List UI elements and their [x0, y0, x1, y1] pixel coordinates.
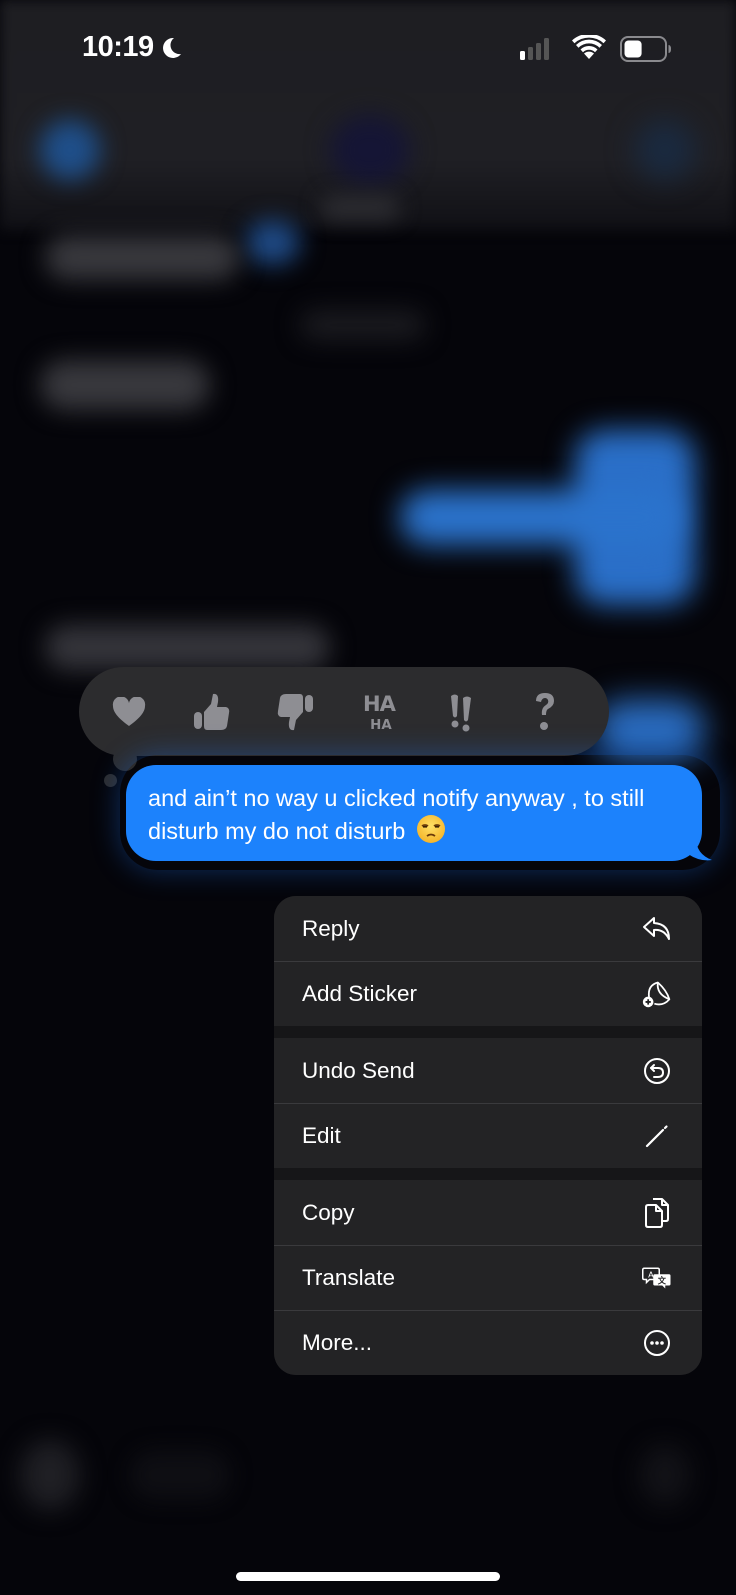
thumbs-up-icon	[194, 693, 230, 730]
wifi-icon	[572, 35, 606, 59]
home-indicator[interactable]	[236, 1572, 500, 1581]
svg-text:HA: HA	[363, 691, 397, 716]
undo-send-icon	[644, 1057, 670, 1084]
clock: 10:19	[82, 31, 154, 63]
tapback-emphasize-button[interactable]	[440, 688, 484, 736]
menu-item-reply[interactable]: Reply	[274, 896, 702, 961]
menu-group-reply: Reply Add Sticker	[274, 896, 702, 1026]
tapback-tail	[104, 774, 117, 787]
add-sticker-icon	[642, 981, 671, 1007]
heart-icon	[112, 696, 146, 726]
menu-item-label: Undo Send	[302, 1057, 415, 1083]
status-bar: 10:19	[0, 0, 736, 100]
menu-group-separator	[274, 1026, 702, 1038]
menu-item-label: More...	[302, 1329, 373, 1355]
svg-text:文: 文	[658, 1275, 667, 1285]
reply-arrow-icon	[643, 916, 670, 940]
status-time: 10:19	[82, 31, 182, 64]
question-mark-icon	[535, 692, 554, 730]
tapback-heart-button[interactable]	[107, 688, 151, 736]
menu-item-add-sticker[interactable]: Add Sticker	[274, 961, 702, 1026]
menu-item-undo-send[interactable]: Undo Send	[274, 1038, 702, 1103]
translate-icon: A 文	[642, 1267, 671, 1288]
menu-item-label: Reply	[302, 915, 360, 941]
blurred-apps-button	[20, 1440, 80, 1510]
blurred-contact-avatar	[330, 115, 410, 185]
blurred-indicator	[245, 220, 300, 265]
menu-item-edit[interactable]: Edit	[274, 1103, 702, 1168]
svg-text:HA: HA	[370, 718, 392, 733]
message-context-menu: Reply Add Sticker Undo Send Edit Copy Tr…	[274, 896, 702, 1375]
menu-item-label: Copy	[302, 1199, 355, 1225]
unamused-face-emoji	[416, 815, 445, 843]
blurred-mic-button	[640, 1445, 690, 1505]
blurred-sent-message	[400, 490, 680, 545]
pencil-icon	[645, 1124, 668, 1147]
blurred-received-message	[45, 625, 330, 670]
blurred-back-button	[40, 120, 100, 180]
tapback-thumbs-up-button[interactable]	[190, 688, 234, 736]
menu-item-label: Edit	[302, 1122, 341, 1148]
double-exclamation-icon	[450, 694, 471, 731]
tapback-bar: HA HA	[79, 667, 609, 756]
cellular-signal-icon	[520, 38, 549, 60]
tapback-thumbs-down-button[interactable]	[273, 688, 317, 736]
blurred-received-message	[40, 360, 210, 410]
menu-group-copy: Copy Translate A 文 More...	[274, 1180, 702, 1375]
blurred-message-field	[130, 1450, 230, 1500]
menu-group-edit: Undo Send Edit	[274, 1038, 702, 1168]
thumbs-down-icon	[278, 693, 314, 730]
menu-item-copy[interactable]: Copy	[274, 1180, 702, 1245]
menu-item-more[interactable]: More...	[274, 1310, 702, 1375]
menu-item-label: Translate	[302, 1264, 395, 1290]
blurred-received-message	[45, 235, 240, 280]
selected-message-bubble[interactable]: and ain’t no way u clicked notify anyway…	[126, 765, 702, 861]
menu-item-translate[interactable]: Translate A 文	[274, 1245, 702, 1310]
tapback-question-button[interactable]	[523, 688, 567, 736]
blurred-facetime-button	[635, 120, 695, 180]
haha-icon: HA HA	[363, 691, 398, 733]
blurred-contact-name	[320, 195, 400, 220]
menu-item-label: Add Sticker	[302, 980, 418, 1006]
more-ellipsis-icon	[644, 1329, 670, 1356]
blurred-sent-message	[595, 700, 705, 760]
message-text: and ain’t no way u clicked notify anyway…	[148, 785, 645, 844]
battery-icon	[620, 36, 671, 62]
tapback-haha-button[interactable]: HA HA	[357, 688, 401, 736]
menu-group-separator	[274, 1168, 702, 1180]
blurred-timestamp	[300, 310, 425, 340]
moon-icon	[162, 37, 181, 58]
copy-icon	[645, 1197, 669, 1228]
